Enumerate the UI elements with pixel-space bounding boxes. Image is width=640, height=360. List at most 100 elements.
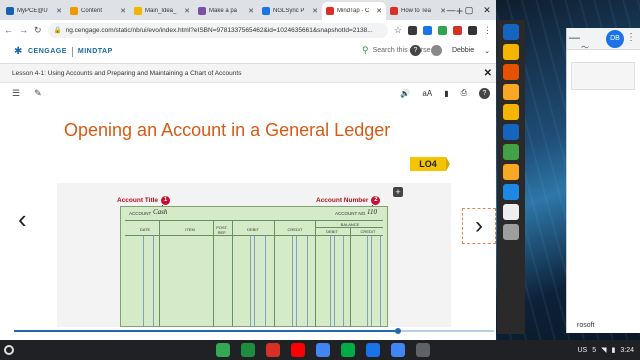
activity-icon: 〜 — [581, 43, 589, 52]
tab-title: How to Tea — [401, 8, 431, 14]
product-name: MINDTAP — [77, 48, 113, 55]
close-icon[interactable]: ✕ — [484, 68, 492, 79]
slide-heading: Opening an Account in a General Ledger — [64, 120, 391, 140]
browser-menu-icon[interactable]: ⋮ — [483, 25, 492, 36]
dock-app-icon[interactable] — [503, 64, 519, 80]
maximize-icon[interactable]: ▢ — [460, 0, 478, 20]
dock-app-icon[interactable] — [503, 164, 519, 180]
calendar-icon[interactable] — [416, 343, 430, 357]
wifi-icon: ◥ — [601, 347, 607, 354]
back-icon[interactable]: ← — [4, 25, 13, 35]
sub-column-rule — [371, 235, 372, 326]
progress-handle[interactable] — [395, 328, 401, 334]
extension-icon[interactable] — [438, 25, 447, 35]
dock-app-icon[interactable] — [503, 204, 519, 220]
tab-close-icon[interactable]: ✕ — [120, 7, 126, 15]
tab-close-icon[interactable]: ✕ — [56, 7, 62, 15]
extension-icon[interactable] — [408, 25, 417, 35]
column-header: DEBIT — [326, 229, 338, 234]
callout-number: 1 — [161, 196, 171, 205]
minus-icon[interactable]: — — [569, 32, 580, 44]
sub-column-rule — [265, 235, 266, 326]
chat-icon[interactable] — [341, 343, 355, 357]
tab-title: MyPCE@U — [17, 8, 48, 14]
sub-column-rule — [307, 235, 308, 326]
browser-tab[interactable]: MyPCE@U ✕ — [2, 2, 66, 20]
dock-app-icon[interactable] — [503, 44, 519, 60]
pencil-icon[interactable]: ✎ — [34, 88, 42, 99]
chrome-icon[interactable] — [216, 343, 230, 357]
tab-close-icon[interactable]: ✕ — [248, 7, 254, 15]
next-arrow-icon[interactable]: › — [462, 208, 496, 244]
cengage-logo-icon: ✱ — [14, 45, 23, 57]
reload-icon[interactable]: ↻ — [34, 25, 42, 36]
browser-tab[interactable]: MindTap - C ✕ — [322, 2, 386, 20]
chevron-down-icon[interactable]: ⌄ — [484, 47, 490, 55]
column-header: DEBIT — [247, 227, 259, 232]
play-store-icon[interactable] — [316, 343, 330, 357]
callout-label: Account Number — [316, 197, 369, 204]
app-dock — [497, 20, 525, 334]
general-ledger-form: ACCOUNT Cash ACCOUNT NO. 110 DATE ITEM P… — [120, 206, 388, 327]
clock[interactable]: 3:24 — [620, 347, 634, 354]
browser-tab[interactable]: NGLSync P ✕ — [258, 2, 322, 20]
more-options-icon[interactable]: ⋮ — [626, 32, 636, 43]
dock-app-icon[interactable] — [503, 104, 519, 120]
help-icon[interactable]: ? — [409, 45, 421, 56]
background-panel — [571, 62, 635, 90]
text-size-icon[interactable]: aA — [422, 89, 432, 98]
user-name[interactable]: Debbie — [452, 47, 474, 54]
classroom-icon[interactable] — [241, 343, 255, 357]
docs-icon[interactable] — [391, 343, 405, 357]
browser-tab[interactable]: Main_Idea_ ✕ — [130, 2, 194, 20]
background-window[interactable]: — 〜 DB ⋮ rosoft — [566, 28, 640, 333]
extension-icon[interactable] — [468, 25, 477, 35]
tab-favicon-icon — [326, 7, 334, 15]
address-bar[interactable]: 🔒 ng.cengage.com/static/nb/ui/evo/index.… — [47, 22, 388, 38]
youtube-icon[interactable] — [291, 343, 305, 357]
brand-name: CENGAGE — [28, 48, 67, 55]
background-window-toolbar: — 〜 DB ⋮ — [567, 28, 640, 52]
column-header: CREDIT — [287, 227, 303, 232]
background-window-footer: rosoft — [577, 322, 595, 329]
locale-indicator[interactable]: US — [577, 347, 587, 354]
tab-title: MindTap - C — [337, 8, 370, 14]
dock-app-icon[interactable] — [503, 24, 519, 40]
previous-arrow-icon[interactable]: ‹ — [18, 204, 27, 235]
lesson-progress-bar[interactable] — [0, 328, 496, 334]
dock-app-icon[interactable] — [503, 224, 519, 240]
browser-tab[interactable]: Content ✕ — [66, 2, 130, 20]
list-icon[interactable]: ☰ — [12, 88, 20, 99]
help-icon[interactable]: ? — [479, 87, 490, 99]
browser-tab[interactable]: Make a pa ✕ — [194, 2, 258, 20]
print-icon[interactable]: ⎙ — [461, 88, 467, 98]
bookmark-star-icon[interactable]: ☆ — [394, 25, 402, 36]
minimize-icon[interactable]: — — [442, 0, 460, 20]
user-icon[interactable] — [430, 45, 442, 56]
browser-tab[interactable]: How to Tea ✕ — [386, 2, 450, 20]
ledger-figure: + Account Title 1 Account Number 2 ACCOU… — [57, 183, 451, 327]
files-icon[interactable] — [366, 343, 380, 357]
read-aloud-icon[interactable]: 🔊 — [400, 89, 410, 98]
dock-app-icon[interactable] — [503, 84, 519, 100]
expand-icon[interactable]: + — [393, 187, 403, 197]
tab-close-icon[interactable]: ✕ — [376, 7, 382, 15]
account-number: 110 — [367, 208, 377, 216]
column-rule — [213, 221, 214, 326]
column-header: DATE — [139, 227, 151, 232]
tab-favicon-icon — [390, 7, 398, 15]
extension-icon[interactable] — [453, 25, 462, 35]
system-tray[interactable]: US 5 ◥ ▮ 3:24 — [577, 346, 634, 355]
bookmark-icon[interactable]: ▮ — [444, 89, 448, 98]
extension-icon[interactable] — [423, 25, 432, 35]
dock-app-icon[interactable] — [503, 184, 519, 200]
launcher-icon[interactable] — [4, 345, 14, 355]
tab-close-icon[interactable]: ✕ — [312, 7, 318, 15]
tab-close-icon[interactable]: ✕ — [184, 7, 190, 15]
close-window-icon[interactable]: ✕ — [478, 0, 496, 20]
dock-app-icon[interactable] — [503, 144, 519, 160]
dock-app-icon[interactable] — [503, 124, 519, 140]
forward-icon[interactable]: → — [19, 25, 28, 35]
gmail-icon[interactable] — [266, 343, 280, 357]
avatar[interactable]: DB — [606, 30, 624, 48]
